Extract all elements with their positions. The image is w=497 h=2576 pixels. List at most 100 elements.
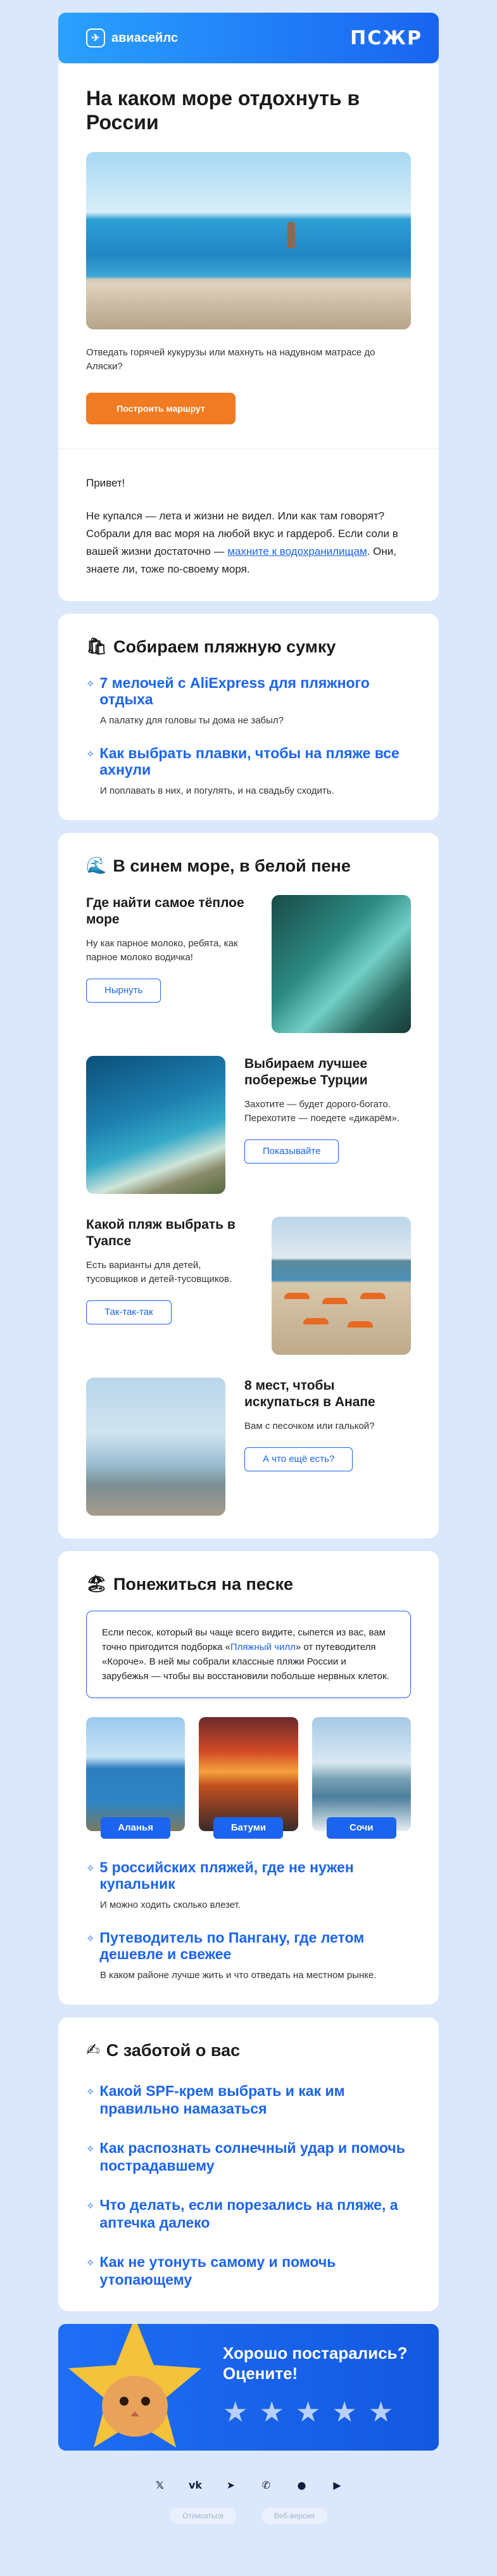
article-link[interactable]: ✧ 7 мелочей с AliExpress для пляжного отд… <box>86 675 411 727</box>
show-button[interactable]: Показывайте <box>244 1139 339 1164</box>
article-link-title[interactable]: 5 российских пляжей, где не нужен купаль… <box>99 1859 411 1892</box>
care-link[interactable]: ✧ Как не утонуть самому и помочь утопающе… <box>86 2253 411 2288</box>
logo-text: авиасейлс <box>111 30 178 45</box>
sand-section: 🏖 Понежиться на песке Если песок, который… <box>58 1551 439 2005</box>
hero-text: Отведать горячей кукурузы или махнуть на… <box>86 347 375 372</box>
tuapse-beach-image[interactable] <box>272 1217 411 1355</box>
umbrella <box>348 1321 373 1328</box>
article-link-title[interactable]: Путеводитель по Пангану, где летом дешев… <box>99 1929 411 1962</box>
umbrella <box>303 1318 329 1324</box>
umbrella <box>360 1293 386 1299</box>
google-play-icon[interactable]: ▶ <box>329 2476 346 2494</box>
city-label[interactable]: Сочи <box>326 1817 396 1839</box>
header-bar: ✈ авиасейлс ПСЖР <box>58 13 439 63</box>
unsubscribe-link[interactable]: Отписаться <box>170 2508 236 2524</box>
hero-image-wall <box>86 282 411 329</box>
writing-hand-icon: ✍ <box>86 2041 100 2060</box>
warm-sea-image[interactable] <box>272 895 411 1033</box>
apple-icon[interactable]: ● <box>293 2476 311 2494</box>
care-link-title[interactable]: Как распознать солнечный удар и помочь п… <box>99 2139 411 2174</box>
care-link[interactable]: ✧ Какой SPF-крем выбрать и как им правиль… <box>86 2082 411 2117</box>
sparkle-icon: ✧ <box>86 2257 95 2269</box>
page-title: На каком море отдохнуть в России <box>86 87 360 134</box>
wave-icon: 🌊 <box>86 856 107 875</box>
section-title: 🏖 Понежиться на песке <box>86 1574 411 1594</box>
beach-umbrella-icon: 🏖 <box>86 1575 108 1594</box>
x-icon[interactable]: 𝕏 <box>151 2476 169 2494</box>
anapa-image[interactable] <box>86 1378 225 1516</box>
article-title[interactable]: 8 мест, чтобы искупаться в Анапе <box>244 1378 411 1411</box>
reservoirs-link[interactable]: махните к водохранилищам <box>227 545 367 557</box>
article-link[interactable]: ✧ Путеводитель по Пангану, где летом деше… <box>86 1929 411 1982</box>
beach-chill-callout: Если песок, который вы чаще всего видите… <box>86 1611 411 1698</box>
article-link-desc: И можно ходить сколько влезет. <box>100 1900 241 1910</box>
sparkle-icon: ✧ <box>86 2200 95 2212</box>
article-title[interactable]: Выбираем лучшее побережье Турции <box>244 1056 411 1089</box>
article-link[interactable]: ✧ 5 российских пляжей, где не нужен купал… <box>86 1859 411 1912</box>
shopping-bag-icon: 🛍 <box>86 637 108 656</box>
build-route-button[interactable]: Построить маршрут <box>86 393 236 424</box>
what-else-button[interactable]: А что ещё есть? <box>244 1447 353 1471</box>
article-card: Выбираем лучшее побережье Турции Захотит… <box>86 1056 411 1194</box>
viber-icon[interactable]: ✆ <box>258 2476 275 2494</box>
intro-paragraph: Не купался — лета и жизни не видел. Или … <box>86 507 411 578</box>
umbrella <box>322 1298 348 1304</box>
sparkle-icon: ✧ <box>86 678 95 690</box>
beach-chill-link[interactable]: Пляжный чилл <box>230 1642 296 1653</box>
rating-banner: Хорошо постарались? Оцените! ★ ★ ★ ★ ★ <box>58 2324 439 2451</box>
blue-sea-section: 🌊 В синем море, в белой пене Где найти са… <box>58 833 439 1539</box>
article-link[interactable]: ✧ Как выбрать плавки, чтобы на пляже все … <box>86 745 411 797</box>
dive-button[interactable]: Нырнуть <box>86 979 161 1003</box>
article-link-title[interactable]: 7 мелочей с AliExpress для пляжного отды… <box>99 675 411 707</box>
section-title: 🌊 В синем море, в белой пене <box>86 856 411 876</box>
star-icon-2[interactable]: ★ <box>259 2399 284 2427</box>
care-link-title[interactable]: Какой SPF-крем выбрать и как им правильн… <box>99 2082 411 2117</box>
article-desc: Ну как парное молоко, ребята, как парное… <box>86 938 238 963</box>
city-card-sochi[interactable]: Сочи <box>311 1717 411 1839</box>
star-icon-1[interactable]: ★ <box>223 2399 248 2427</box>
sparkle-icon: ✧ <box>86 1932 95 1945</box>
section-title-text: Собираем пляжную сумку <box>113 637 336 656</box>
rating-stars: ★ ★ ★ ★ ★ <box>223 2399 393 2427</box>
section-title-text: Понежиться на песке <box>113 1575 294 1594</box>
city-cards: Аланья Батуми Сочи <box>86 1717 411 1839</box>
beach-bag-section: 🛍 Собираем пляжную сумку ✧ 7 мелочей с Ali… <box>58 614 439 820</box>
article-desc: Захотите — будет дорого-богато. Перехоти… <box>244 1099 399 1124</box>
sparkle-icon: ✧ <box>86 2086 95 2098</box>
article-card: Где найти самое тёплое море Ну как парно… <box>86 895 411 1033</box>
article-desc: Есть варианты для детей, тусовщиков и де… <box>86 1260 232 1285</box>
care-link-title[interactable]: Что делать, если порезались на пляже, а … <box>99 2196 411 2231</box>
web-version-link[interactable]: Веб-версия <box>261 2508 327 2524</box>
star-icon-3[interactable]: ★ <box>296 2399 320 2427</box>
section-title: 🛍 Собираем пляжную сумку <box>86 637 411 657</box>
article-title[interactable]: Какой пляж выбрать в Туапсе <box>86 1217 253 1250</box>
umbrella <box>284 1293 310 1299</box>
tuapse-button[interactable]: Так-так-так <box>86 1300 172 1324</box>
city-label[interactable]: Аланья <box>101 1817 171 1839</box>
aviasales-logo[interactable]: ✈ авиасейлс <box>86 29 178 48</box>
turkey-coast-image[interactable] <box>86 1056 225 1194</box>
article-link-desc: В каком районе лучше жить и что отведать… <box>100 1970 377 1981</box>
star-icon-5[interactable]: ★ <box>368 2399 393 2427</box>
hero-section: На каком море отдохнуть в России Отведат… <box>58 63 439 448</box>
email-container: ✈ авиасейлс ПСЖР На каком море отдохнуть… <box>58 0 439 2543</box>
rating-question: Хорошо постарались? Оцените! <box>223 2344 408 2383</box>
city-label[interactable]: Батуми <box>213 1817 284 1839</box>
city-card-alanya[interactable]: Аланья <box>86 1717 186 1839</box>
city-card-batumi[interactable]: Батуми <box>199 1717 298 1839</box>
section-title-text: В синем море, в белой пене <box>113 856 351 875</box>
plane-icon: ✈ <box>86 29 105 48</box>
care-link[interactable]: ✧ Что делать, если порезались на пляже, а… <box>86 2196 411 2231</box>
partner-logo[interactable]: ПСЖР <box>350 27 422 49</box>
care-link-title[interactable]: Как не утонуть самому и помочь утопающем… <box>99 2253 411 2288</box>
footer-links: Отписаться Веб-версия <box>58 2508 439 2524</box>
hero-image[interactable] <box>86 152 411 329</box>
article-link-title[interactable]: Как выбрать плавки, чтобы на пляже все а… <box>99 745 411 778</box>
greeting: Привет! <box>86 477 125 489</box>
star-icon-4[interactable]: ★ <box>332 2399 356 2427</box>
intro-section: Привет! Не купался — лета и жизни не вид… <box>58 448 439 601</box>
vk-icon[interactable]: vk <box>187 2476 204 2494</box>
article-title[interactable]: Где найти самое тёплое море <box>86 895 253 928</box>
care-link[interactable]: ✧ Как распознать солнечный удар и помочь … <box>86 2139 411 2174</box>
telegram-icon[interactable]: ➤ <box>222 2476 240 2494</box>
